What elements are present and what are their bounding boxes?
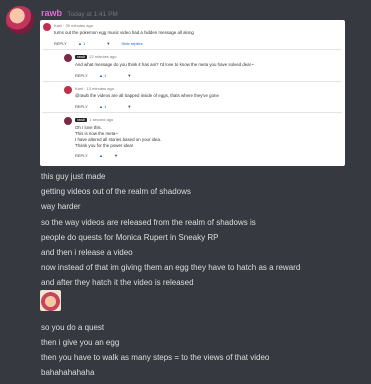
- like-icon[interactable]: ▲: [99, 153, 103, 158]
- comment-line: This is now the meta~: [75, 131, 118, 136]
- message-line: then you have to walk as many steps = to…: [41, 353, 270, 362]
- comment-author: rawb 22 minutes ago: [75, 54, 117, 59]
- comment-actions: REPLY ▲ 1 ▼: [75, 73, 141, 78]
- comment-author: Kani · 13 minutes ago: [75, 86, 114, 91]
- timestamp: Today at 1:41 PM: [67, 11, 118, 18]
- reply-button[interactable]: REPLY: [75, 153, 88, 158]
- embedded-screenshot[interactable]: Kani · 30 minutes ago turns out the poke…: [40, 20, 345, 166]
- comment-text: And what message do you think it has ani…: [75, 62, 254, 67]
- commenter-avatar: [64, 117, 72, 125]
- message-line: people do quests for Monica Rupert in Sn…: [41, 233, 219, 242]
- message-line: and then i release a video: [41, 248, 133, 257]
- reply-button[interactable]: REPLY: [75, 104, 88, 109]
- divider: [42, 112, 342, 113]
- user-avatar[interactable]: [6, 6, 34, 34]
- dislike-icon[interactable]: ▼: [127, 104, 131, 109]
- comment-author: Kani · 30 minutes ago: [54, 23, 93, 28]
- message-header: rawb Today at 1:41 PM: [41, 8, 118, 18]
- comment-line: I have altered all stories based on your…: [75, 137, 162, 142]
- message-line: getting videos out of the realm of shado…: [41, 187, 191, 196]
- comment-author: rawb 1 second ago: [75, 117, 114, 122]
- username[interactable]: rawb: [41, 8, 62, 18]
- hide-replies-button[interactable]: Hide replies: [121, 41, 142, 46]
- message-line: so the way videos are released from the …: [41, 218, 256, 227]
- comment-line: Thank you for the power idea!: [75, 143, 134, 148]
- dislike-icon[interactable]: ▼: [127, 73, 131, 78]
- message-line: this guy just made: [41, 172, 106, 181]
- custom-emoji[interactable]: [40, 290, 61, 311]
- message-line: then i give you an egg: [41, 338, 120, 347]
- comment-line: Oh I love this.: [75, 125, 102, 130]
- comment-actions: REPLY ▲ 1 ▼ Hide replies: [54, 41, 153, 46]
- commenter-avatar: [64, 86, 72, 94]
- comment-text: turns out the pokemon egg music video ha…: [54, 30, 194, 35]
- message-line: now instead of that im giving them an eg…: [41, 263, 301, 272]
- like-count[interactable]: ▲ 1: [78, 41, 95, 46]
- message-line: and after they hatch it the video is rel…: [41, 278, 194, 287]
- like-count[interactable]: ▲ 1: [99, 73, 116, 78]
- divider: [42, 81, 342, 82]
- comment-text: @rawb the videos are all trapped inside …: [75, 93, 219, 98]
- message-line: bahahahahaha: [41, 368, 95, 377]
- like-count[interactable]: ▲ 1: [99, 104, 116, 109]
- divider: [42, 49, 342, 50]
- commenter-avatar: [64, 54, 72, 62]
- message-line: so you do a quest: [41, 323, 105, 332]
- commenter-avatar: [43, 23, 51, 31]
- dislike-icon[interactable]: ▼: [106, 41, 110, 46]
- message-line: way harder: [41, 202, 81, 211]
- reply-button[interactable]: REPLY: [75, 73, 88, 78]
- reply-button[interactable]: REPLY: [54, 41, 67, 46]
- comment-actions: REPLY ▲ 1 ▼: [75, 104, 141, 109]
- comment-actions: REPLY ▲ ▼: [75, 153, 128, 158]
- dislike-icon[interactable]: ▼: [114, 153, 118, 158]
